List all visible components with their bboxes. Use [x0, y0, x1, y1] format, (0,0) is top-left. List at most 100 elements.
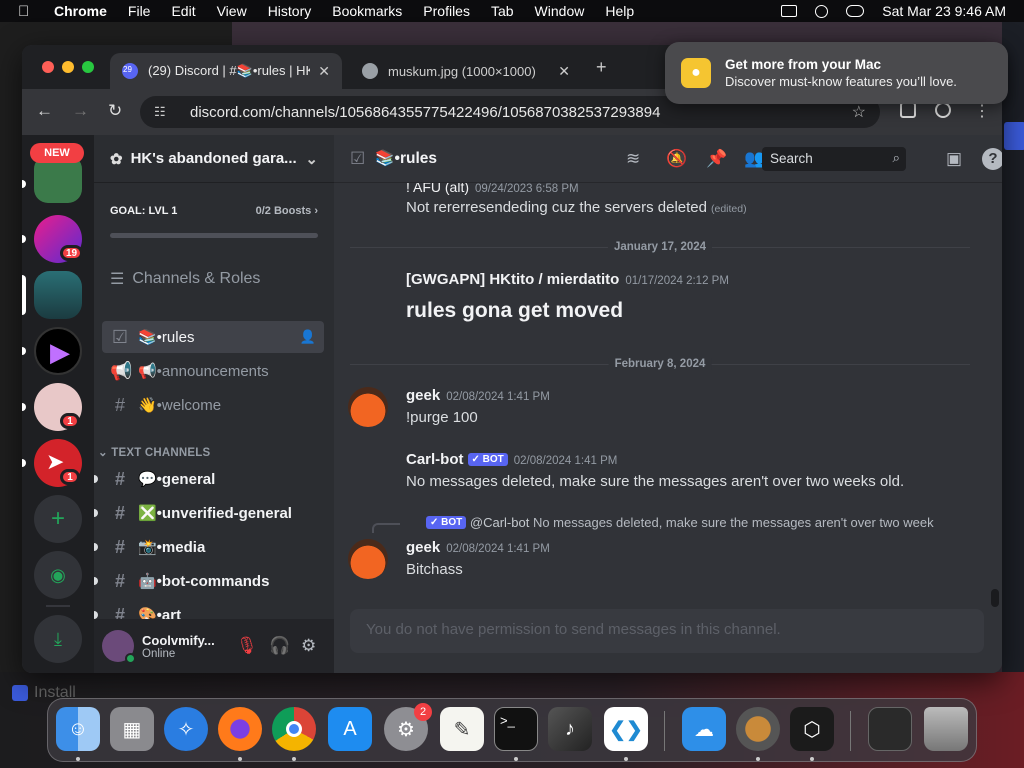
dock-safari[interactable]: ✧ — [164, 707, 208, 751]
message-timestamp: 02/08/2024 1:41 PM — [446, 391, 550, 403]
dock-installer[interactable] — [736, 707, 780, 751]
cube-icon: ⬡ — [803, 718, 821, 741]
reply-author[interactable]: @Carl-bot — [470, 515, 529, 530]
explore-servers-button[interactable]: ◉ — [34, 551, 82, 599]
message-author[interactable]: [GWGAPN] HKtito / mierdatito — [406, 271, 619, 288]
reload-icon[interactable]: ↻ — [108, 101, 122, 121]
threads-icon[interactable]: ≋ — [626, 149, 640, 169]
server-icon-current[interactable] — [34, 271, 82, 319]
minimize-window-button[interactable] — [62, 61, 74, 73]
tab-image[interactable]: muskum.jpg (1000×1000) ✕ — [350, 53, 582, 89]
spotlight-search-icon[interactable] — [815, 4, 829, 18]
chrome-menu-icon[interactable]: ⋮ — [974, 101, 990, 121]
unread-pip — [94, 577, 98, 585]
apple-icon[interactable]:  — [18, 3, 34, 20]
control-center-icon[interactable] — [846, 5, 865, 17]
date-divider-label: February 8, 2024 — [608, 358, 712, 370]
menubar-clock[interactable]: Sat Mar 23 9:46 AM — [882, 3, 1006, 19]
server-header[interactable]: ✿ HK's abandoned gara... ⌄ — [94, 135, 334, 183]
message-timestamp: 01/17/2024 2:12 PM — [625, 275, 729, 287]
message-author[interactable]: geek — [406, 387, 440, 404]
avatar[interactable] — [348, 539, 388, 579]
invite-member-icon[interactable]: 👤 — [300, 329, 316, 345]
dock-app-cube[interactable]: ⬡ — [790, 707, 834, 751]
message-author[interactable]: Carl-bot — [406, 451, 464, 468]
sidebar-toggle-icon[interactable] — [900, 102, 916, 118]
close-tab-icon[interactable]: ✕ — [558, 63, 570, 80]
dock-app-store[interactable]: A — [328, 707, 372, 751]
avatar[interactable] — [348, 387, 388, 427]
message-text: Bitchass — [406, 561, 463, 578]
dock-weather[interactable]: ☁ — [682, 707, 726, 751]
channels-roles-link[interactable]: ☰ Channels & Roles — [110, 269, 260, 289]
channel-rules[interactable]: ☑ 📚•rules 👤 — [102, 321, 324, 353]
menu-window[interactable]: Window — [535, 3, 585, 19]
message-author[interactable]: geek — [406, 539, 440, 556]
back-arrow-icon[interactable]: ← — [36, 101, 53, 121]
boost-goal[interactable]: GOAL: LVL 1 0/2 Boosts › — [94, 183, 334, 217]
channel-general[interactable]: # 💬•general — [94, 463, 324, 495]
menu-tab[interactable]: Tab — [491, 3, 514, 19]
scrollbar-thumb[interactable] — [991, 589, 999, 607]
headphones-icon[interactable]: 🎧 — [269, 636, 290, 656]
dock-chrome[interactable] — [272, 707, 316, 751]
channel-media[interactable]: # 📸•media — [94, 531, 324, 563]
menu-bookmarks[interactable]: Bookmarks — [332, 3, 402, 19]
server-icon-4[interactable]: ▶ — [34, 327, 82, 375]
channel-title: 📚•rules — [375, 150, 438, 167]
site-settings-icon[interactable]: ☷ — [154, 104, 176, 120]
notification-banner[interactable]: ● Get more from your Mac Discover must-k… — [665, 42, 1008, 104]
zoom-window-button[interactable] — [82, 61, 94, 73]
dock-finder[interactable]: ☺ — [56, 707, 100, 751]
gear-icon[interactable]: ⚙ — [301, 636, 316, 656]
rules-channel-icon: ☑ — [111, 326, 129, 347]
menu-app-name[interactable]: Chrome — [54, 3, 107, 19]
message-author[interactable]: ! AFU (alt) — [406, 183, 469, 195]
new-tab-plus-icon[interactable]: + — [596, 57, 607, 78]
dock-firefox[interactable] — [218, 707, 262, 751]
pin-icon[interactable]: 📌 — [706, 149, 727, 169]
search-input[interactable]: Search ⌕ — [762, 147, 906, 171]
reply-reference[interactable]: ✓ BOT @Carl-bot No messages deleted, mak… — [426, 515, 934, 530]
screen-mirroring-icon[interactable] — [781, 5, 798, 17]
channel-bot-commands[interactable]: # 🤖•bot-commands — [94, 565, 324, 597]
mute-mic-icon[interactable]: 🎙 — [236, 636, 258, 656]
menu-profiles[interactable]: Profiles — [423, 3, 470, 19]
message: geek 02/08/2024 1:41 PM !purge 100 — [406, 387, 550, 426]
message-text: rules gona get moved — [406, 299, 624, 322]
dock-vscode[interactable]: ❮❯ — [604, 707, 648, 751]
forward-arrow-icon[interactable]: → — [72, 101, 89, 121]
inbox-icon[interactable]: ▣ — [946, 149, 962, 169]
channel-header: ☑ 📚•rules ≋ 🔕 📌 👥 Search ⌕ ▣ ? — [334, 135, 1002, 183]
dock-launchpad[interactable]: ▦ — [110, 707, 154, 751]
search-icon: ⌕ — [892, 150, 900, 165]
close-window-button[interactable] — [42, 61, 54, 73]
menu-edit[interactable]: Edit — [171, 3, 195, 19]
avatar[interactable] — [102, 630, 136, 664]
dock-textedit[interactable]: ✎ — [440, 707, 484, 751]
close-tab-icon[interactable]: ✕ — [318, 63, 330, 80]
url-text[interactable]: discord.com/channels/1056864355775422496… — [190, 104, 660, 121]
menu-help[interactable]: Help — [605, 3, 634, 19]
bookmark-star-icon[interactable]: ☆ — [852, 102, 866, 122]
dock-trash[interactable] — [924, 707, 968, 751]
add-server-button[interactable]: + — [34, 495, 82, 543]
download-apps-button[interactable]: ⤓ — [34, 615, 82, 663]
dock-garageband[interactable]: ♪ — [548, 707, 592, 751]
channel-announcements[interactable]: 📢 📢•announcements — [102, 355, 324, 387]
notification-bell-muted-icon[interactable]: 🔕 — [666, 149, 687, 169]
profile-icon[interactable] — [935, 102, 951, 118]
category-text-channels[interactable]: ⌄ TEXT CHANNELS — [98, 445, 210, 459]
menu-history[interactable]: History — [268, 3, 312, 19]
folder-icon — [869, 708, 911, 750]
channel-unverified-general[interactable]: # ❎•unverified-general — [94, 497, 324, 529]
dock-terminal[interactable]: >_ — [494, 707, 538, 751]
username[interactable]: Coolvmify... — [142, 633, 215, 648]
channel-welcome[interactable]: # 👋•welcome — [102, 389, 324, 421]
menu-view[interactable]: View — [217, 3, 247, 19]
menu-file[interactable]: File — [128, 3, 151, 19]
tab-discord[interactable]: 29 (29) Discord | #📚•rules | HK' ✕ — [110, 53, 342, 89]
help-icon[interactable]: ? — [982, 148, 1002, 170]
dock-system-settings[interactable]: ⚙ 2 — [384, 703, 432, 751]
dock-downloads-stack[interactable] — [868, 707, 912, 751]
